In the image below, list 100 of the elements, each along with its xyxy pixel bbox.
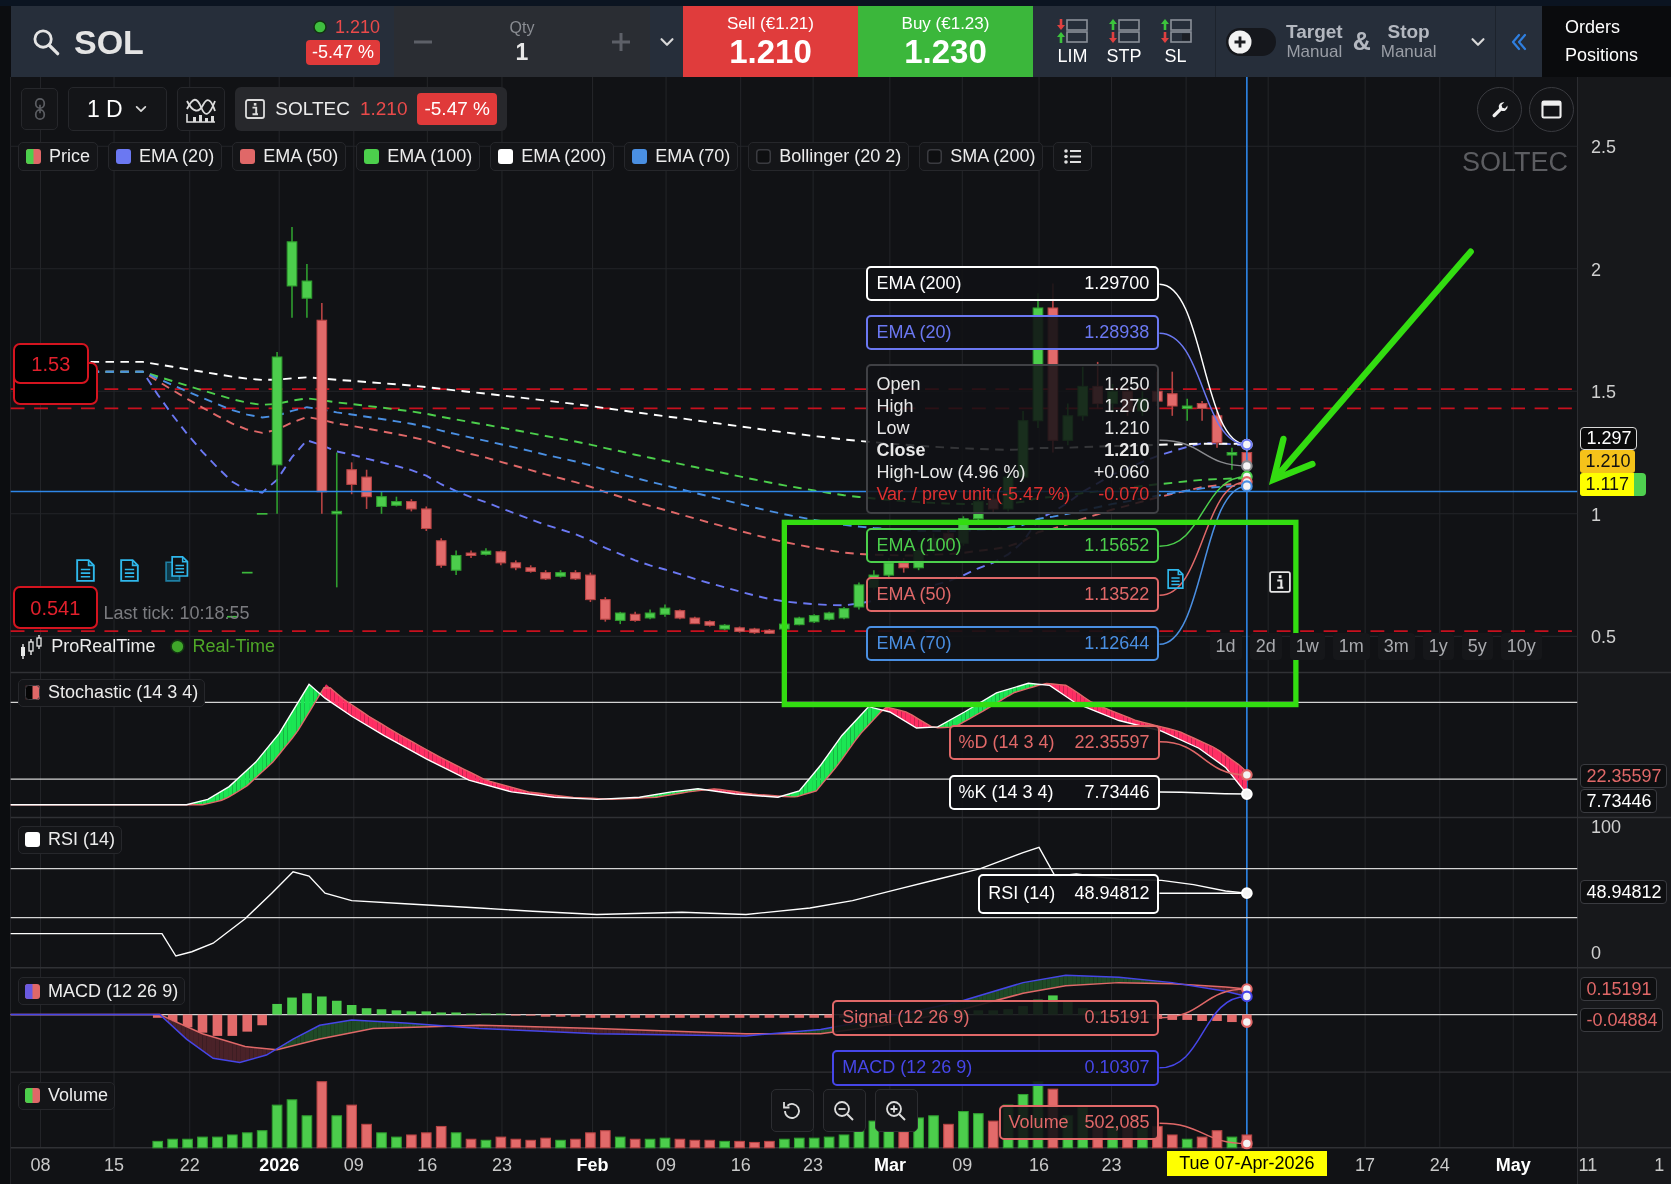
value-tag: 48.94812 xyxy=(1580,880,1668,905)
axis-label: 2026 xyxy=(259,1154,300,1177)
legend-toggle[interactable]: EMA (70) xyxy=(624,141,739,171)
legend-toggle[interactable]: EMA (50) xyxy=(232,141,347,171)
price-level-tag: 1.53 xyxy=(12,343,89,385)
target-button[interactable]: Target Manual xyxy=(1286,21,1343,62)
axis-label: 1 xyxy=(1591,504,1602,525)
candles-logo-icon xyxy=(19,633,44,660)
axis-label: 08 xyxy=(30,1154,51,1177)
legend-toggle[interactable]: Bollinger (20 2) xyxy=(748,141,910,171)
legend-toggle[interactable]: EMA (100) xyxy=(356,141,481,171)
info-icon[interactable] xyxy=(1269,571,1292,594)
legend-toggle[interactable]: Price xyxy=(18,141,99,171)
price-text: 1.210 xyxy=(334,18,380,36)
axis-label: May xyxy=(1495,1154,1531,1177)
value-tag: 7.73446 xyxy=(1580,789,1658,814)
symbol-label: SOLTEC xyxy=(1462,149,1569,177)
legend-toggle[interactable]: EMA (200) xyxy=(490,141,615,171)
split-swatch-icon[interactable] xyxy=(26,148,42,164)
price-tag: 1.210 xyxy=(1580,450,1636,474)
axis-label: 16 xyxy=(730,1154,751,1177)
quantity-label: Qty xyxy=(509,17,535,38)
color-swatch-icon[interactable] xyxy=(116,148,132,164)
indicators-button[interactable] xyxy=(177,87,226,132)
last-tick-text: Last tick: 10:18:55 xyxy=(103,603,250,624)
axis-label: 1 xyxy=(1654,1154,1665,1177)
value-tag: -0.04884 xyxy=(1580,1008,1664,1033)
axis-label: 100 xyxy=(1591,816,1622,837)
period-button[interactable]: 1w xyxy=(1289,633,1325,660)
wrench-icon xyxy=(1489,99,1510,120)
axis-label: 24 xyxy=(1429,1154,1450,1177)
stop-button[interactable]: Stop Manual xyxy=(1380,21,1437,62)
period-button[interactable]: 1m xyxy=(1332,633,1370,660)
color-swatch-icon[interactable] xyxy=(498,148,514,164)
order-type-button[interactable]: LIM xyxy=(1056,17,1089,66)
link-button[interactable] xyxy=(21,88,59,131)
order-type-button[interactable]: SL xyxy=(1159,17,1192,66)
provider-name: ProRealTime xyxy=(51,635,156,658)
axis-label: 23 xyxy=(803,1154,824,1177)
order-type-button[interactable]: STP xyxy=(1106,17,1142,66)
indicator-toggle[interactable]: RSI (14) xyxy=(18,825,123,854)
list-button[interactable] xyxy=(1053,141,1093,171)
list-icon xyxy=(1063,148,1082,164)
indicator-toggle[interactable]: Volume xyxy=(18,1081,116,1110)
legend-toggle[interactable]: SMA (200) xyxy=(919,141,1044,171)
price-text: 1.210 xyxy=(359,97,408,122)
axis-label: 23 xyxy=(1101,1154,1122,1177)
axis-label: 0.5 xyxy=(1591,627,1617,648)
price-tag: 1.297 xyxy=(1580,427,1638,451)
series-value: 1.12644 xyxy=(1084,632,1150,656)
quantity-field[interactable]: 1 xyxy=(509,37,535,66)
search-icon[interactable] xyxy=(32,27,60,56)
axis-label: 09 xyxy=(656,1154,677,1177)
period-button[interactable]: 2d xyxy=(1249,633,1282,660)
legend-toggle[interactable]: EMA (20) xyxy=(108,141,223,171)
price-level-tag: 0.541 xyxy=(12,586,98,630)
period-button[interactable]: 10y xyxy=(1500,633,1542,660)
bars-arrows-icon xyxy=(1108,17,1140,44)
timeframe-dropdown[interactable]: 1 D xyxy=(68,87,168,132)
sell-button[interactable]: Sell (€1.21) 1.210 xyxy=(683,6,858,77)
axis-label: 23 xyxy=(491,1154,512,1177)
cursor-date-label: Tue 07-Apr-2026 xyxy=(1166,1150,1327,1176)
split-swatch-icon xyxy=(25,1088,41,1104)
color-swatch-icon xyxy=(25,832,41,848)
axis-label: 16 xyxy=(1029,1154,1049,1177)
instrument-name: SOLTEC xyxy=(275,97,350,122)
change-badge: -5.47 % xyxy=(417,93,497,126)
collapse-button[interactable] xyxy=(1495,6,1542,77)
readout-label: RSI (14) xyxy=(988,882,1056,906)
axis-label: 0 xyxy=(1591,942,1602,963)
axis-label: Feb xyxy=(576,1154,609,1177)
window-icon xyxy=(1541,100,1562,120)
account-link[interactable]: Positions xyxy=(1565,45,1639,66)
empty-checkbox-icon[interactable] xyxy=(927,148,943,164)
toggle-switch[interactable] xyxy=(1226,27,1276,56)
axis-label: 09 xyxy=(952,1154,973,1177)
period-button[interactable]: 1y xyxy=(1422,633,1454,660)
chain-link-icon xyxy=(33,98,46,121)
period-button[interactable]: 3m xyxy=(1377,633,1415,660)
bars-arrows-icon xyxy=(1056,17,1089,44)
color-swatch-icon[interactable] xyxy=(632,148,648,164)
joiner-text: & xyxy=(1352,25,1371,57)
color-swatch-icon[interactable] xyxy=(364,148,380,164)
account-link[interactable]: Orders xyxy=(1565,17,1620,38)
axis-label: 22 xyxy=(179,1154,200,1177)
period-button[interactable]: 5y xyxy=(1461,633,1493,660)
plus-icon xyxy=(1228,29,1252,54)
axis-label: 17 xyxy=(1355,1154,1376,1177)
color-swatch-icon[interactable] xyxy=(240,148,256,164)
value-tag: 0.15191 xyxy=(1580,977,1658,1002)
axis-label: 15 xyxy=(104,1154,124,1177)
info-icon[interactable] xyxy=(245,99,266,120)
price-tag: 1.117 xyxy=(1580,473,1647,497)
empty-checkbox-icon[interactable] xyxy=(756,148,772,164)
document-icon[interactable] xyxy=(119,558,141,584)
document-icon[interactable] xyxy=(74,558,96,584)
bars-arrows-icon xyxy=(1159,17,1192,44)
axis-label: 09 xyxy=(343,1154,364,1177)
symbol-text: SOL xyxy=(74,24,144,59)
change-badge: -5.47 % xyxy=(305,40,380,65)
